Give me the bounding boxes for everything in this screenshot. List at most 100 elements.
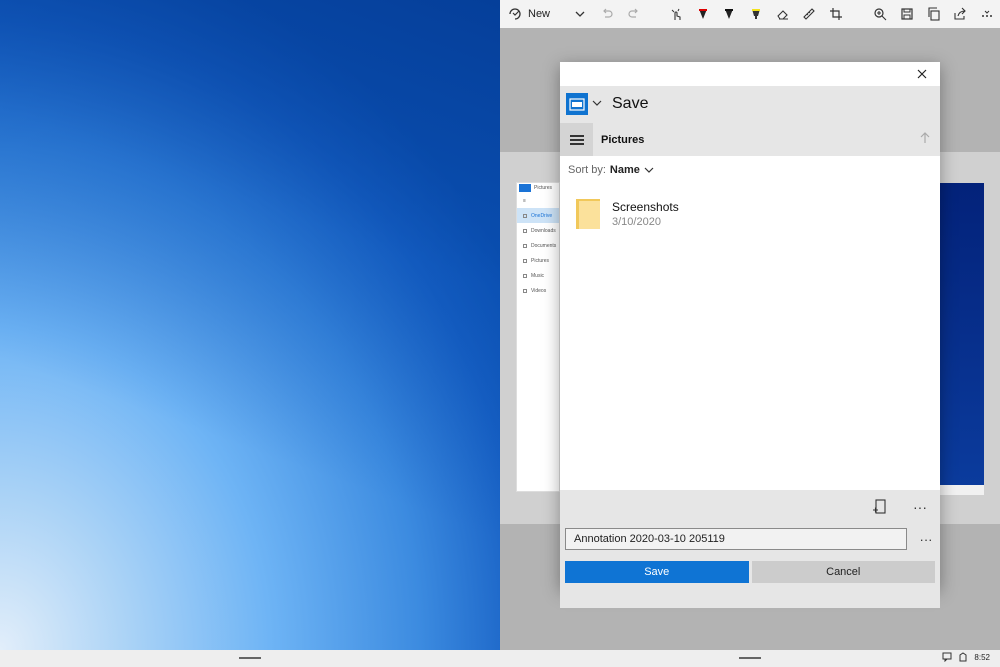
file-picker-app-icon[interactable] xyxy=(566,93,588,115)
more-options-button[interactable] xyxy=(973,0,1000,28)
save-toolbar-button[interactable] xyxy=(894,0,921,28)
dialog-header: Save xyxy=(560,86,940,122)
folder-front xyxy=(579,201,600,229)
sort-value: Name xyxy=(609,164,640,176)
save-icon xyxy=(901,8,913,20)
save-dialog: Save Pictures Sort by: Name Screenshots … xyxy=(560,62,940,608)
file-type-more-button[interactable]: ··· xyxy=(913,532,939,547)
undo-button[interactable] xyxy=(594,0,621,28)
preview-item: Music xyxy=(517,268,559,283)
dialog-footer xyxy=(560,588,940,608)
close-icon xyxy=(917,69,927,79)
preview-item: OneDrive xyxy=(517,208,559,223)
up-folder-button[interactable] xyxy=(910,132,940,147)
file-explorer-icon xyxy=(569,98,585,111)
ruler-button[interactable] xyxy=(796,0,823,28)
preview-desktop xyxy=(938,183,984,495)
redo-icon xyxy=(628,8,638,18)
zoom-icon xyxy=(874,8,887,21)
system-tray: 8:52 xyxy=(942,652,990,662)
filename-row: ··· xyxy=(560,524,940,554)
share-icon xyxy=(954,7,966,20)
folder-date: 3/10/2020 xyxy=(612,216,661,228)
preview-taskbar xyxy=(938,485,984,495)
taskbar: 8:52 xyxy=(0,650,1000,667)
more-commands-button[interactable]: ··· xyxy=(900,490,940,524)
filename-input[interactable] xyxy=(565,528,907,550)
preview-item: Pictures xyxy=(517,253,559,268)
eraser-button[interactable] xyxy=(769,0,796,28)
save-button[interactable]: Save xyxy=(565,561,749,583)
location-bar: Pictures xyxy=(560,122,940,157)
screen: New Pictures ≡ OneDrive Downloads Docume… xyxy=(0,0,1000,667)
crop-button[interactable] xyxy=(823,0,850,28)
pencil-button[interactable] xyxy=(716,0,743,28)
sort-prefix: Sort by: xyxy=(568,164,606,176)
chevron-down-icon xyxy=(592,100,602,106)
copy-button[interactable] xyxy=(920,0,947,28)
touch-writing-icon xyxy=(671,8,681,20)
sort-control[interactable]: Sort by: Name xyxy=(568,164,654,176)
share-button[interactable] xyxy=(947,0,974,28)
right-pane-handle[interactable] xyxy=(739,657,761,659)
chevron-down-icon xyxy=(644,167,654,173)
hamburger-icon xyxy=(569,134,584,145)
folder-icon xyxy=(523,273,527,278)
folder-name: Screenshots xyxy=(612,200,679,214)
file-list: Sort by: Name Screenshots 3/10/2020 xyxy=(560,156,940,490)
network-icon[interactable] xyxy=(958,652,968,662)
preview-item: Documents xyxy=(517,238,559,253)
preview-item: Downloads xyxy=(517,223,559,238)
folder-text: Screenshots 3/10/2020 xyxy=(612,200,679,228)
new-snip-label: New xyxy=(528,8,551,20)
preview-item: Videos xyxy=(517,283,559,298)
pencil-icon xyxy=(725,9,734,19)
dialog-commandbar: ··· xyxy=(560,490,940,524)
highlighter-button[interactable] xyxy=(743,0,770,28)
cloud-icon xyxy=(523,213,527,218)
app-switch-button[interactable] xyxy=(592,97,604,111)
copy-icon xyxy=(927,7,940,21)
cancel-button[interactable]: Cancel xyxy=(751,561,935,583)
preview-explorer-window: Pictures ≡ OneDrive Downloads Documents … xyxy=(516,182,560,492)
preview-back-icon xyxy=(519,184,531,192)
folder-icon xyxy=(576,199,600,229)
arrow-up-icon xyxy=(920,132,930,143)
preview-title: Pictures xyxy=(534,185,553,191)
ballpoint-pen-button[interactable] xyxy=(689,0,716,28)
left-pane-handle[interactable] xyxy=(239,657,261,659)
touch-writing-button[interactable] xyxy=(663,0,690,28)
redo-button[interactable] xyxy=(620,0,647,28)
ruler-icon xyxy=(803,8,816,20)
folder-icon xyxy=(523,288,527,293)
new-dropdown-button[interactable] xyxy=(567,0,594,28)
preview-header: Pictures xyxy=(517,183,559,193)
app-toolbar: New xyxy=(500,0,1000,28)
eraser-icon xyxy=(776,10,788,20)
close-button[interactable] xyxy=(914,66,930,82)
chevron-down-icon xyxy=(576,11,585,17)
ballpoint-pen-icon xyxy=(698,9,707,19)
new-snip-button[interactable]: New xyxy=(500,0,567,28)
folder-icon xyxy=(523,228,527,233)
dialog-title: Save xyxy=(612,95,649,112)
desktop-wallpaper xyxy=(0,0,500,650)
highlighter-icon xyxy=(752,9,760,19)
notification-icon[interactable] xyxy=(942,652,952,662)
crop-icon xyxy=(829,8,842,20)
current-location: Pictures xyxy=(601,133,645,146)
dialog-titlebar xyxy=(560,62,940,86)
dialog-buttons: Save Cancel xyxy=(560,554,940,588)
more-icon xyxy=(981,10,992,17)
zoom-button[interactable] xyxy=(867,0,894,28)
preview-hamburger-icon: ≡ xyxy=(523,197,526,204)
new-folder-button[interactable] xyxy=(860,490,900,524)
list-item[interactable]: Screenshots 3/10/2020 xyxy=(576,196,776,232)
clock[interactable]: 8:52 xyxy=(974,653,990,662)
new-snip-icon xyxy=(509,8,521,20)
navigation-menu-button[interactable] xyxy=(560,122,593,157)
new-folder-icon xyxy=(873,499,886,514)
undo-icon xyxy=(603,8,613,18)
folder-icon xyxy=(523,243,527,248)
folder-icon xyxy=(523,258,527,263)
